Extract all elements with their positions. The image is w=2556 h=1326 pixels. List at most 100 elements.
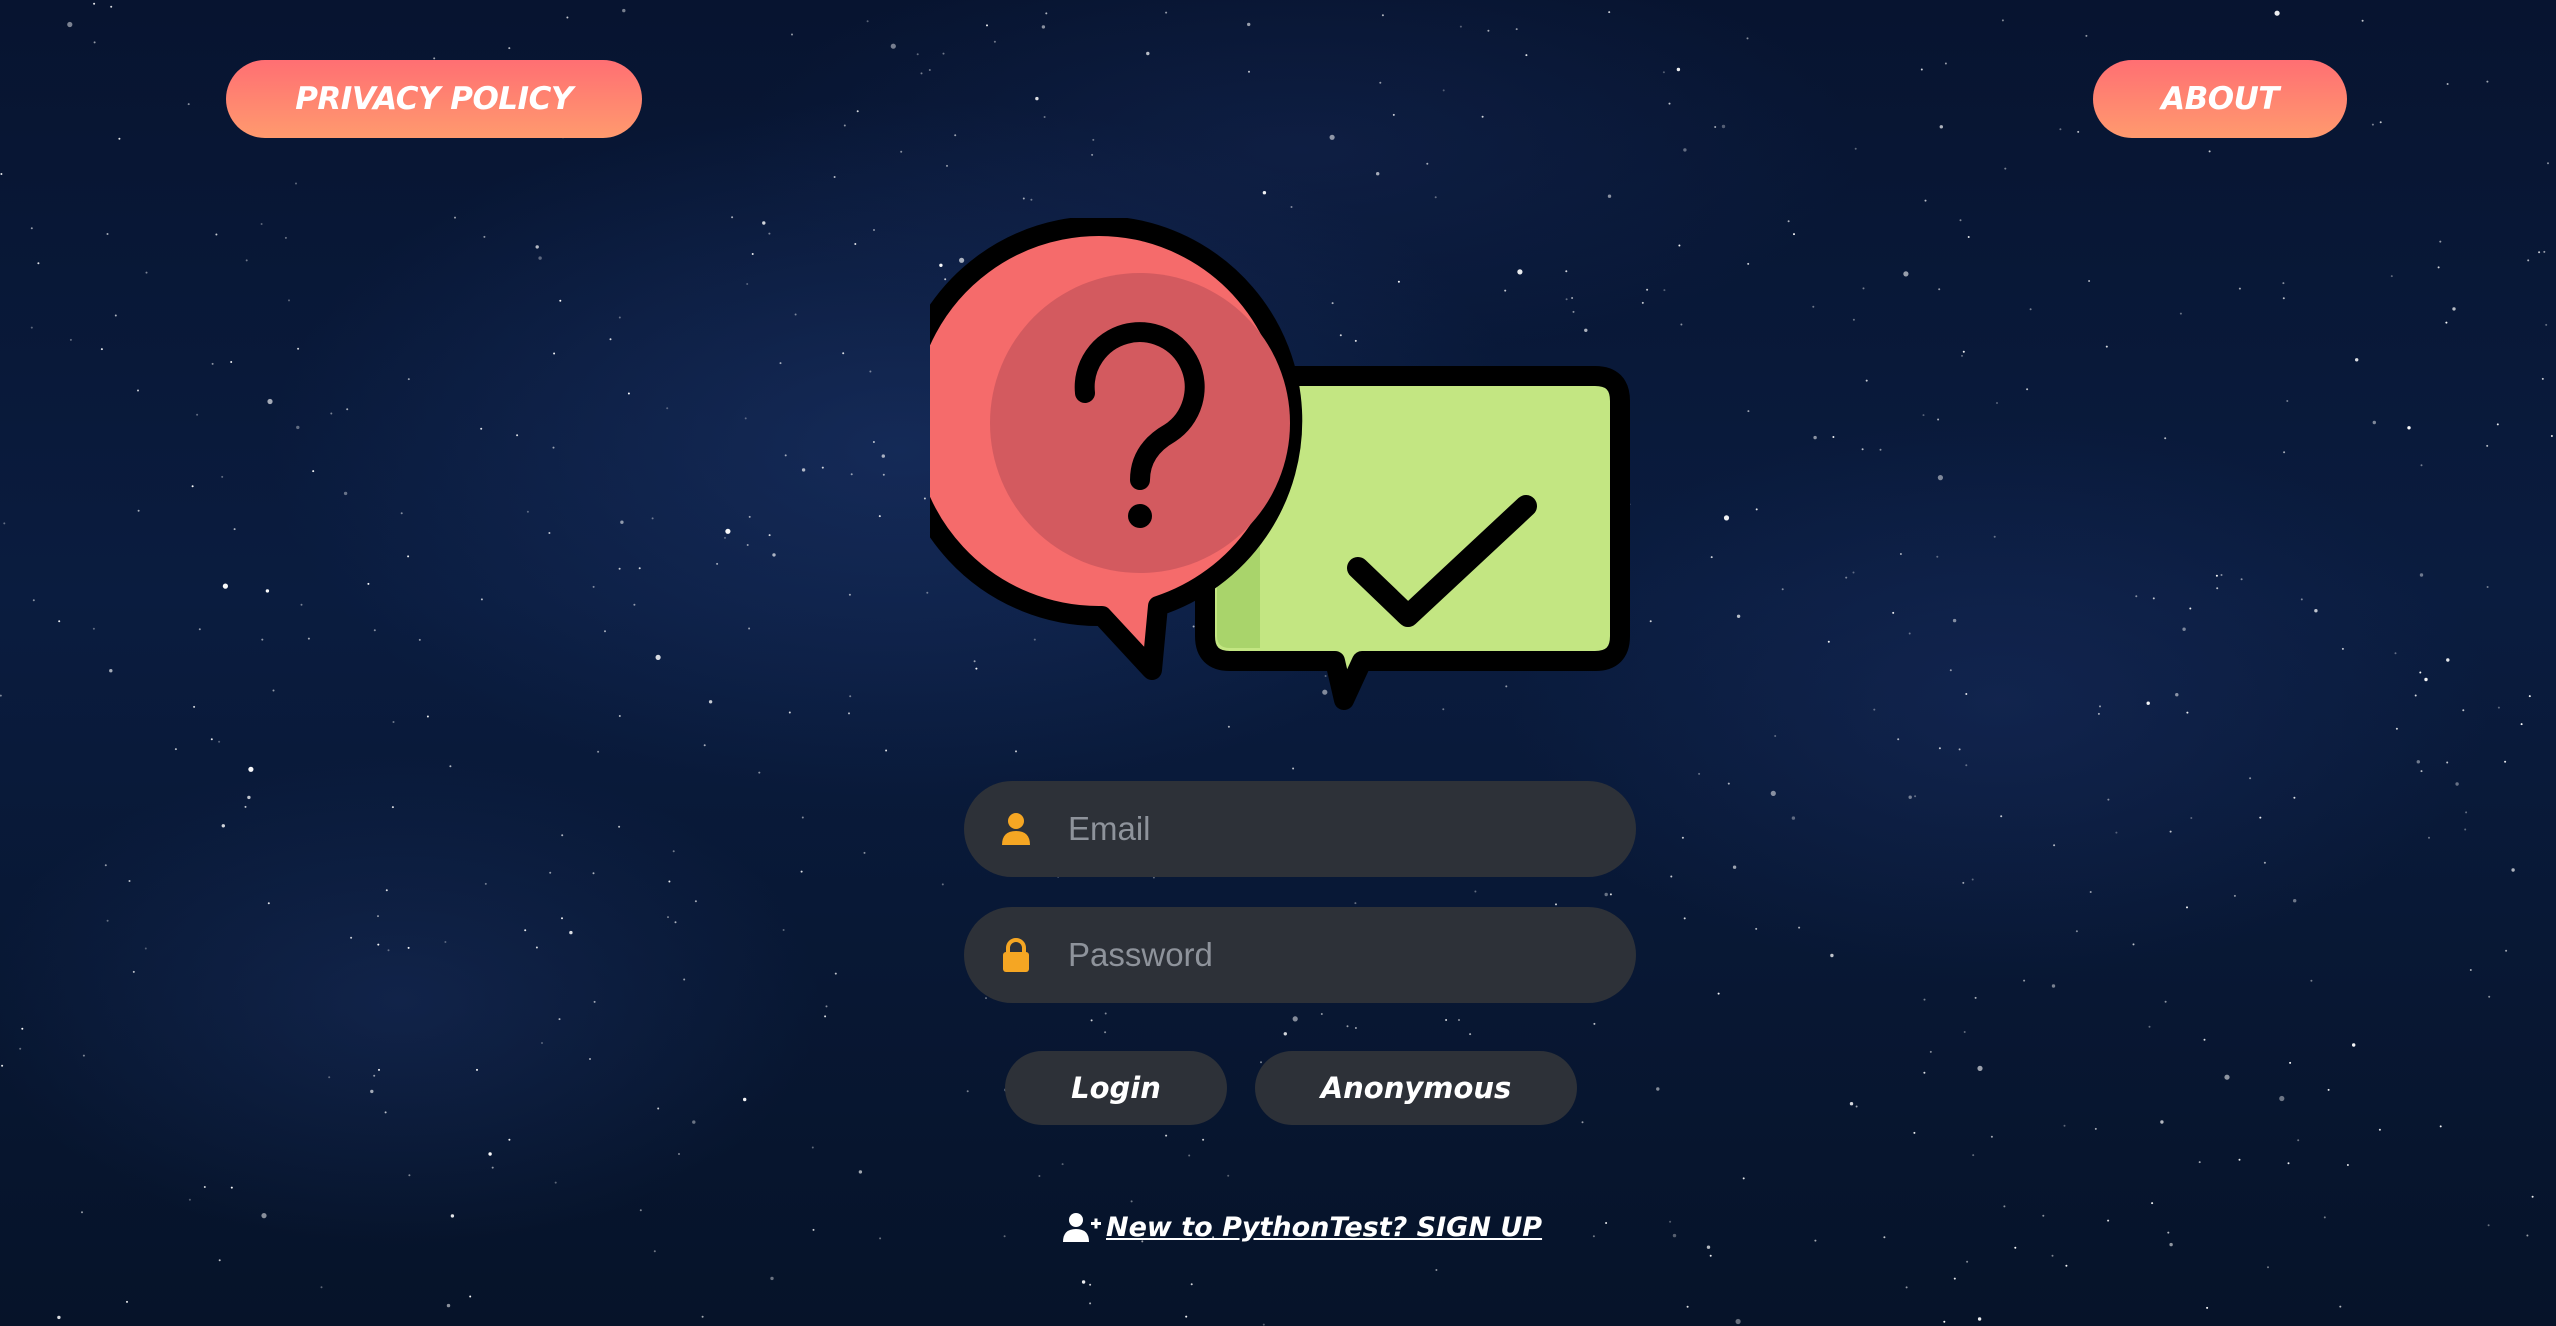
star xyxy=(377,943,380,946)
star xyxy=(248,766,254,772)
star xyxy=(2465,811,2468,814)
star xyxy=(221,475,224,478)
star xyxy=(2259,816,2262,819)
star xyxy=(1732,865,1737,869)
star xyxy=(245,259,248,262)
star xyxy=(2439,1125,2442,1128)
star xyxy=(2282,282,2285,285)
star xyxy=(193,705,196,708)
star xyxy=(2105,345,2108,348)
star xyxy=(1873,708,1876,711)
star xyxy=(1581,1121,1584,1124)
star xyxy=(1908,632,1911,635)
star xyxy=(744,417,747,420)
star xyxy=(1292,1016,1298,1022)
star xyxy=(2135,595,2138,598)
star xyxy=(1435,1269,1438,1271)
star xyxy=(1793,233,1795,236)
star xyxy=(1892,611,1895,614)
star xyxy=(491,1166,494,1169)
email-field[interactable] xyxy=(964,781,1636,877)
star xyxy=(260,223,263,225)
star xyxy=(2287,1162,2290,1165)
star xyxy=(1089,1283,1092,1286)
star xyxy=(1247,22,1251,27)
star xyxy=(758,771,761,774)
star xyxy=(1971,878,1974,881)
star xyxy=(109,669,113,673)
star xyxy=(2003,1205,2006,1208)
star xyxy=(2077,130,2080,133)
star xyxy=(618,825,621,828)
star xyxy=(900,150,903,153)
star xyxy=(1676,67,1681,72)
star xyxy=(1061,1163,1064,1166)
star xyxy=(566,16,569,19)
star xyxy=(2464,828,2467,831)
star xyxy=(2240,578,2243,581)
star xyxy=(966,1090,969,1093)
star xyxy=(1022,197,1025,200)
star xyxy=(703,744,706,747)
login-button[interactable]: Login xyxy=(1005,1051,1227,1125)
star xyxy=(768,232,771,235)
star xyxy=(561,917,563,920)
star xyxy=(1003,1235,1006,1238)
star xyxy=(81,1211,83,1214)
star xyxy=(558,1018,561,1021)
star xyxy=(2455,782,2459,786)
star xyxy=(1434,196,1437,199)
star xyxy=(2152,597,2155,600)
star xyxy=(1092,138,1095,141)
star xyxy=(2541,377,2544,380)
star xyxy=(3,522,6,525)
star xyxy=(1723,515,1730,521)
star xyxy=(384,1111,387,1114)
star xyxy=(1787,220,1790,223)
star xyxy=(297,347,300,350)
star xyxy=(848,593,851,596)
star xyxy=(2151,1202,2154,1205)
privacy-policy-button[interactable]: PRIVACY POLICY xyxy=(226,60,642,138)
star xyxy=(1929,1050,1932,1053)
about-button[interactable]: ABOUT xyxy=(2093,60,2347,138)
star xyxy=(188,1198,191,1201)
star xyxy=(218,1259,221,1262)
password-input[interactable] xyxy=(1068,907,1608,1003)
star xyxy=(633,603,636,606)
star xyxy=(1089,1302,1092,1305)
star xyxy=(198,628,201,631)
email-input[interactable] xyxy=(1068,781,1608,877)
star xyxy=(2520,723,2523,726)
star xyxy=(82,1054,85,1057)
star xyxy=(2487,1224,2490,1227)
star xyxy=(187,103,190,106)
star xyxy=(2446,658,2450,662)
star xyxy=(426,715,429,718)
anonymous-button[interactable]: Anonymous xyxy=(1255,1051,1577,1125)
star xyxy=(2511,868,2515,872)
star xyxy=(267,398,273,405)
star xyxy=(2175,693,2179,697)
password-field[interactable] xyxy=(964,907,1636,1003)
signup-link[interactable]: New to PythonTest? SIGN UP xyxy=(1062,1206,1542,1248)
star xyxy=(2167,1231,2170,1234)
star xyxy=(1445,1019,1448,1021)
star xyxy=(768,534,771,537)
star xyxy=(618,715,621,717)
star xyxy=(2346,1164,2349,1166)
star xyxy=(824,1015,827,1018)
star xyxy=(2528,695,2531,698)
star xyxy=(450,1214,455,1218)
star xyxy=(791,33,793,36)
signup-label[interactable]: New to PythonTest? SIGN UP xyxy=(1106,1212,1542,1243)
star xyxy=(2132,943,2135,946)
star xyxy=(1227,725,1230,728)
star xyxy=(1683,148,1687,152)
star xyxy=(2099,705,2101,708)
star xyxy=(1747,410,1750,413)
star xyxy=(1993,535,1996,538)
star xyxy=(2526,1234,2529,1237)
star xyxy=(762,221,766,225)
star xyxy=(812,1228,815,1231)
